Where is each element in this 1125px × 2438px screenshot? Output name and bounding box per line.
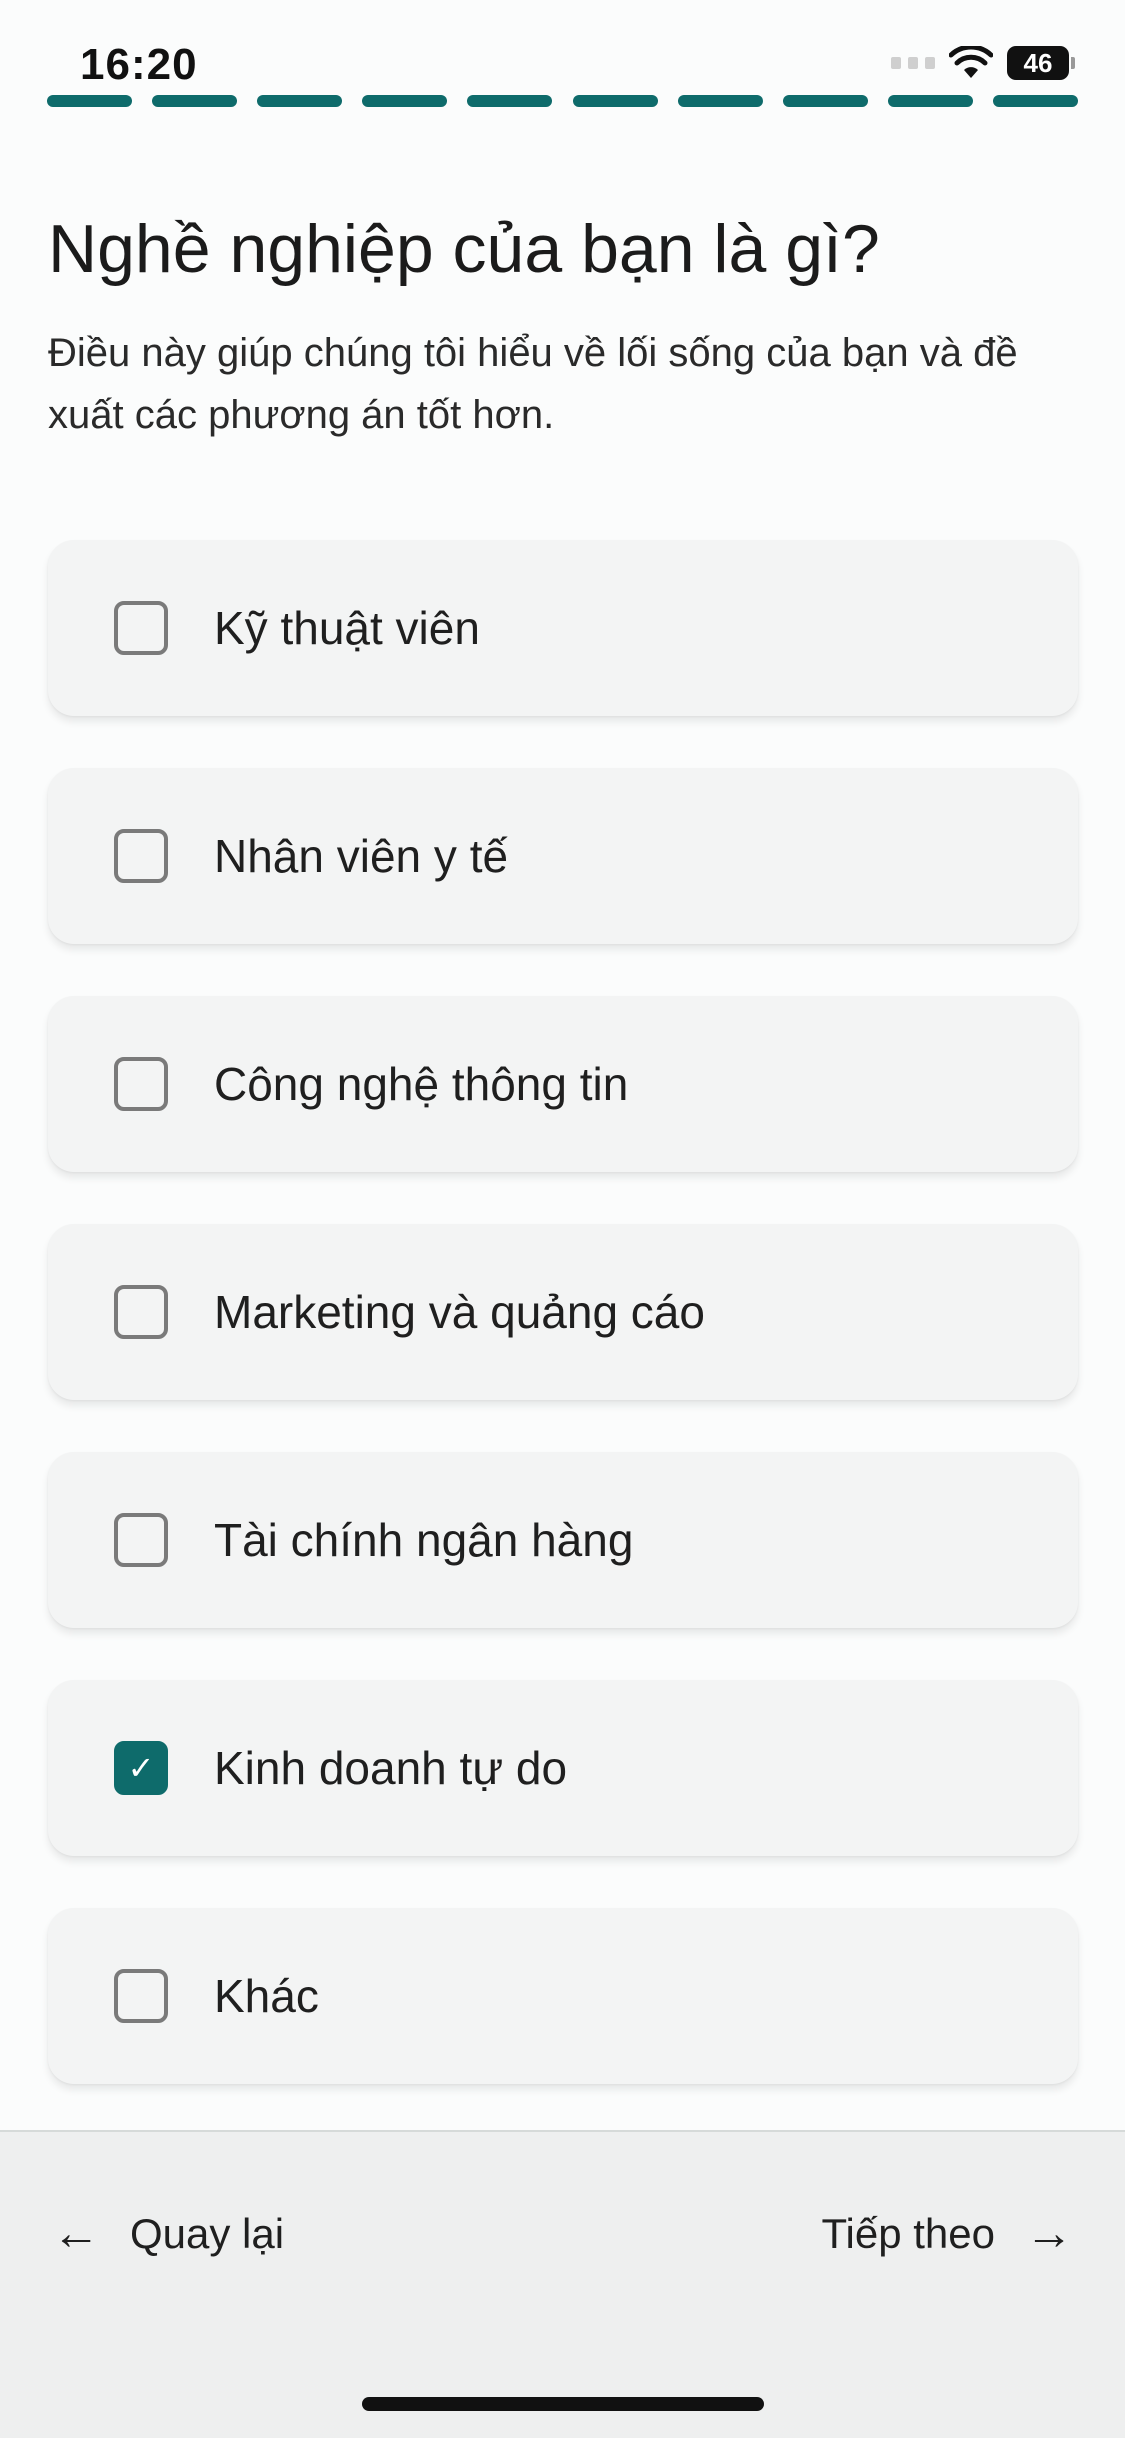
progress-segment (152, 95, 238, 107)
occupation-options: Kỹ thuật viên Nhân viên y tế Công nghệ t… (48, 540, 1078, 2136)
progress-segment (887, 95, 973, 107)
next-button[interactable]: Tiếp theo → (821, 2210, 1073, 2258)
option-card[interactable]: Nhân viên y tế (48, 768, 1078, 944)
progress-segment (992, 95, 1078, 107)
option-card[interactable]: Kỹ thuật viên (48, 540, 1078, 716)
battery-icon: 46 (1007, 46, 1075, 80)
step-progress (47, 95, 1078, 107)
battery-level: 46 (1007, 46, 1069, 80)
footer-nav: ← Quay lại Tiếp theo → (0, 2130, 1125, 2438)
progress-segment (572, 95, 658, 107)
checkbox[interactable] (114, 1285, 168, 1339)
option-label: Tài chính ngân hàng (214, 1514, 634, 1566)
option-card-selected[interactable]: ✓ Kinh doanh tự do (48, 1680, 1078, 1856)
option-card[interactable]: Khác (48, 1908, 1078, 2084)
option-label: Công nghệ thông tin (214, 1058, 629, 1110)
checkbox[interactable] (114, 1513, 168, 1567)
option-label: Kinh doanh tự do (214, 1742, 568, 1794)
page-subtitle: Điều này giúp chúng tôi hiểu về lối sống… (48, 331, 1018, 437)
back-label: Quay lại (130, 2210, 285, 2257)
checkbox[interactable] (114, 829, 168, 883)
progress-segment (467, 95, 553, 107)
option-label: Khác (214, 1970, 319, 2022)
status-bar: 16:20 46 (0, 0, 1125, 100)
page-title: Nghề nghiệp của bạn là gì? (48, 211, 880, 287)
home-indicator[interactable] (362, 2397, 764, 2411)
option-card[interactable]: Marketing và quảng cáo (48, 1224, 1078, 1400)
option-label: Nhân viên y tế (214, 830, 509, 882)
progress-segment (677, 95, 763, 107)
arrow-right-icon: → (1025, 2207, 1073, 2260)
option-label: Marketing và quảng cáo (214, 1286, 705, 1338)
status-icons: 46 (891, 46, 1075, 80)
checkbox[interactable] (114, 1969, 168, 2023)
next-label: Tiếp theo (821, 2210, 995, 2257)
checkmark-icon: ✓ (127, 1750, 155, 1786)
checkbox[interactable] (114, 601, 168, 655)
progress-segment (782, 95, 868, 107)
option-card[interactable]: Tài chính ngân hàng (48, 1452, 1078, 1628)
cellular-signal-icon (891, 57, 935, 69)
checkbox[interactable] (114, 1057, 168, 1111)
back-button[interactable]: ← Quay lại (52, 2210, 284, 2258)
progress-segment (362, 95, 448, 107)
progress-segment (257, 95, 343, 107)
progress-segment (47, 95, 132, 107)
checkbox-checked[interactable]: ✓ (114, 1741, 168, 1795)
wifi-icon (949, 46, 993, 78)
option-label: Kỹ thuật viên (214, 602, 480, 654)
arrow-left-icon: ← (52, 2207, 100, 2260)
option-card[interactable]: Công nghệ thông tin (48, 996, 1078, 1172)
status-time: 16:20 (80, 40, 198, 89)
